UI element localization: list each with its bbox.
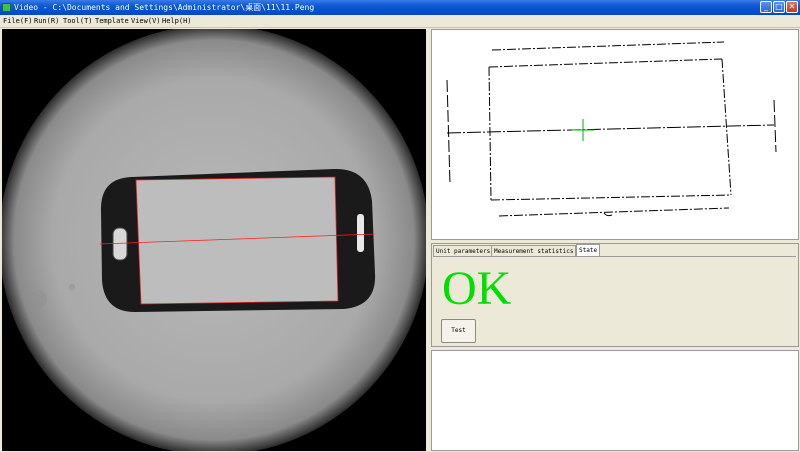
window-title: Video - C:\Documents and Settings\Admini… bbox=[14, 3, 315, 12]
outline-drawing bbox=[446, 41, 777, 217]
close-button[interactable]: ✕ bbox=[786, 1, 798, 13]
maximize-button[interactable]: □ bbox=[773, 1, 785, 13]
title-bar: Video - C:\Documents and Settings\Admini… bbox=[0, 0, 800, 15]
home-button-shape bbox=[112, 227, 128, 261]
outline-preview bbox=[431, 29, 799, 240]
test-button[interactable]: Test bbox=[441, 319, 476, 343]
menu-tool[interactable]: Tool(T) bbox=[63, 15, 93, 27]
menu-file[interactable]: File(F) bbox=[3, 15, 33, 27]
minimize-button[interactable]: _ bbox=[760, 1, 772, 13]
phone-screen bbox=[136, 177, 338, 304]
speaker-slot bbox=[357, 214, 364, 252]
output-panel bbox=[431, 350, 799, 451]
crosshair-icon bbox=[572, 119, 594, 141]
menu-help[interactable]: Help(H) bbox=[162, 15, 192, 27]
menu-run[interactable]: Run(R) bbox=[34, 15, 59, 27]
tabs-panel: Unit parameters Measurement statistics S… bbox=[431, 243, 799, 347]
result-status: OK bbox=[442, 262, 512, 315]
state-tab-content: OK Test bbox=[434, 256, 796, 346]
menu-template[interactable]: Template bbox=[95, 15, 129, 27]
menu-bar: File(F) Run(R) Tool(T) Template View(V) … bbox=[0, 15, 800, 28]
camera-image bbox=[2, 29, 426, 451]
video-view[interactable] bbox=[2, 29, 426, 451]
app-icon bbox=[2, 3, 11, 12]
menu-view[interactable]: View(V) bbox=[131, 15, 161, 27]
